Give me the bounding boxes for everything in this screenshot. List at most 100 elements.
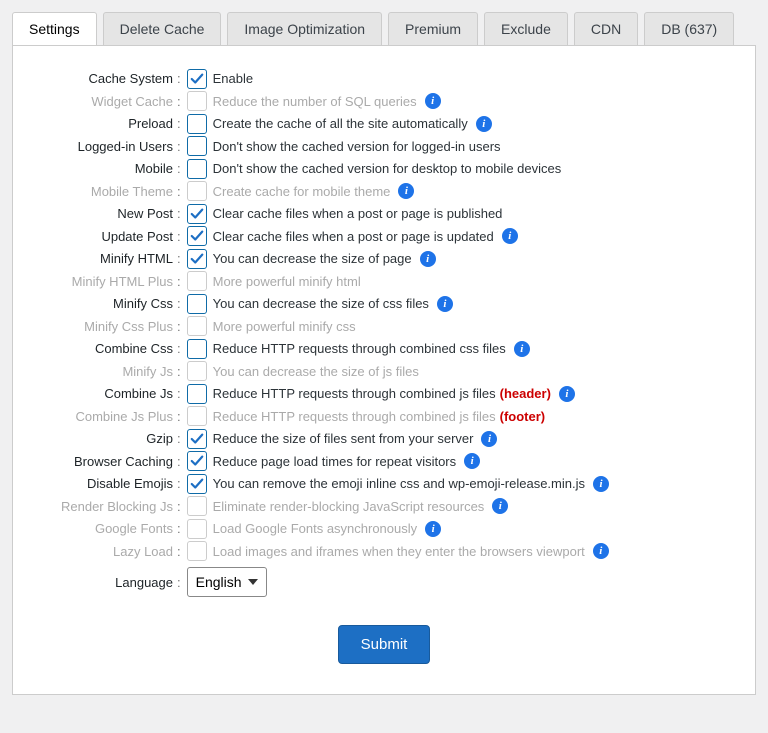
info-icon[interactable]: i [476, 116, 492, 132]
label-mobile-theme: Mobile Theme [43, 184, 177, 199]
desc-minify-html-plus: More powerful minify html [213, 274, 361, 289]
checkbox-browser-caching[interactable] [187, 451, 207, 471]
info-icon[interactable]: i [425, 93, 441, 109]
extra-combine-js-plus: (footer) [500, 409, 546, 424]
checkbox-cache-system[interactable] [187, 69, 207, 89]
desc-new-post: Clear cache files when a post or page is… [213, 206, 503, 221]
checkbox-widget-cache [187, 91, 207, 111]
row-minify-html-plus: Minify HTML Plus:More powerful minify ht… [43, 271, 725, 291]
info-icon[interactable]: i [514, 341, 530, 357]
checkbox-minify-css[interactable] [187, 294, 207, 314]
label-language: Language [43, 575, 177, 590]
desc-disable-emojis: You can remove the emoji inline css and … [213, 476, 585, 491]
row-combine-js: Combine Js:Reduce HTTP requests through … [43, 384, 725, 404]
row-widget-cache: Widget Cache:Reduce the number of SQL qu… [43, 91, 725, 111]
tab-settings[interactable]: Settings [12, 12, 97, 45]
checkbox-render-blocking-js [187, 496, 207, 516]
info-icon[interactable]: i [593, 476, 609, 492]
desc-minify-js: You can decrease the size of js files [213, 364, 419, 379]
info-icon[interactable]: i [502, 228, 518, 244]
row-minify-css: Minify Css:You can decrease the size of … [43, 294, 725, 314]
checkbox-google-fonts [187, 519, 207, 539]
tab-cdn[interactable]: CDN [574, 12, 638, 45]
label-logged-in-users: Logged-in Users [43, 139, 177, 154]
row-combine-js-plus: Combine Js Plus:Reduce HTTP requests thr… [43, 406, 725, 426]
row-mobile: Mobile:Don't show the cached version for… [43, 159, 725, 179]
row-logged-in-users: Logged-in Users:Don't show the cached ve… [43, 136, 725, 156]
tab-db[interactable]: DB (637) [644, 12, 734, 45]
checkbox-logged-in-users[interactable] [187, 136, 207, 156]
checkbox-gzip[interactable] [187, 429, 207, 449]
checkbox-new-post[interactable] [187, 204, 207, 224]
row-lazy-load: Lazy Load:Load images and iframes when t… [43, 541, 725, 561]
desc-render-blocking-js: Eliminate render-blocking JavaScript res… [213, 499, 485, 514]
submit-button[interactable]: Submit [338, 625, 431, 664]
checkbox-preload[interactable] [187, 114, 207, 134]
desc-minify-css-plus: More powerful minify css [213, 319, 356, 334]
checkbox-minify-html[interactable] [187, 249, 207, 269]
info-icon[interactable]: i [559, 386, 575, 402]
info-icon[interactable]: i [437, 296, 453, 312]
row-combine-css: Combine Css:Reduce HTTP requests through… [43, 339, 725, 359]
checkbox-disable-emojis[interactable] [187, 474, 207, 494]
row-update-post: Update Post:Clear cache files when a pos… [43, 226, 725, 246]
info-icon[interactable]: i [464, 453, 480, 469]
label-widget-cache: Widget Cache [43, 94, 177, 109]
row-language: Language : English [43, 567, 725, 597]
row-minify-js: Minify Js:You can decrease the size of j… [43, 361, 725, 381]
label-cache-system: Cache System [43, 71, 177, 86]
desc-combine-css: Reduce HTTP requests through combined cs… [213, 341, 506, 356]
tab-delete-cache[interactable]: Delete Cache [103, 12, 222, 45]
info-icon[interactable]: i [492, 498, 508, 514]
desc-combine-js: Reduce HTTP requests through combined js… [213, 386, 496, 401]
row-mobile-theme: Mobile Theme:Create cache for mobile the… [43, 181, 725, 201]
row-browser-caching: Browser Caching:Reduce page load times f… [43, 451, 725, 471]
desc-minify-html: You can decrease the size of page [213, 251, 412, 266]
label-render-blocking-js: Render Blocking Js [43, 499, 177, 514]
label-minify-css-plus: Minify Css Plus [43, 319, 177, 334]
info-icon[interactable]: i [398, 183, 414, 199]
desc-mobile-theme: Create cache for mobile theme [213, 184, 391, 199]
desc-preload: Create the cache of all the site automat… [213, 116, 468, 131]
tab-image-opt[interactable]: Image Optimization [227, 12, 382, 45]
checkbox-update-post[interactable] [187, 226, 207, 246]
checkbox-mobile-theme [187, 181, 207, 201]
extra-combine-js: (header) [500, 386, 551, 401]
checkbox-minify-html-plus [187, 271, 207, 291]
desc-lazy-load: Load images and iframes when they enter … [213, 544, 585, 559]
label-minify-css: Minify Css [43, 296, 177, 311]
label-new-post: New Post [43, 206, 177, 221]
checkbox-combine-js-plus [187, 406, 207, 426]
desc-widget-cache: Reduce the number of SQL queries [213, 94, 417, 109]
checkbox-combine-css[interactable] [187, 339, 207, 359]
info-icon[interactable]: i [425, 521, 441, 537]
tab-premium[interactable]: Premium [388, 12, 478, 45]
label-preload: Preload [43, 116, 177, 131]
checkbox-mobile[interactable] [187, 159, 207, 179]
language-select[interactable]: English [187, 567, 267, 597]
row-disable-emojis: Disable Emojis:You can remove the emoji … [43, 474, 725, 494]
label-minify-html: Minify HTML [43, 251, 177, 266]
label-minify-js: Minify Js [43, 364, 177, 379]
label-disable-emojis: Disable Emojis [43, 476, 177, 491]
desc-mobile: Don't show the cached version for deskto… [213, 161, 562, 176]
checkbox-minify-css-plus [187, 316, 207, 336]
info-icon[interactable]: i [593, 543, 609, 559]
info-icon[interactable]: i [420, 251, 436, 267]
tab-bar: SettingsDelete CacheImage OptimizationPr… [12, 12, 756, 46]
tab-exclude[interactable]: Exclude [484, 12, 568, 45]
label-lazy-load: Lazy Load [43, 544, 177, 559]
row-preload: Preload:Create the cache of all the site… [43, 114, 725, 134]
row-render-blocking-js: Render Blocking Js:Eliminate render-bloc… [43, 496, 725, 516]
row-gzip: Gzip:Reduce the size of files sent from … [43, 429, 725, 449]
desc-google-fonts: Load Google Fonts asynchronously [213, 521, 418, 536]
label-mobile: Mobile [43, 161, 177, 176]
desc-cache-system: Enable [213, 71, 253, 86]
desc-combine-js-plus: Reduce HTTP requests through combined js… [213, 409, 496, 424]
label-combine-js-plus: Combine Js Plus [43, 409, 177, 424]
row-minify-css-plus: Minify Css Plus:More powerful minify css [43, 316, 725, 336]
checkbox-combine-js[interactable] [187, 384, 207, 404]
info-icon[interactable]: i [481, 431, 497, 447]
desc-browser-caching: Reduce page load times for repeat visito… [213, 454, 457, 469]
row-new-post: New Post:Clear cache files when a post o… [43, 204, 725, 224]
